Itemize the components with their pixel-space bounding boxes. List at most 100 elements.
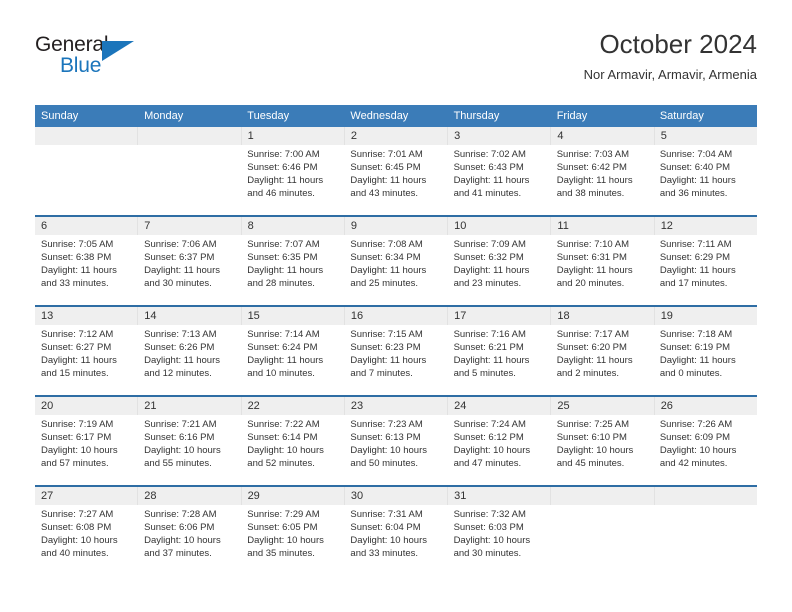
sunrise-text: Sunrise: 7:27 AM <box>41 509 114 520</box>
day-cell-21[interactable]: Sunrise: 7:21 AM Sunset: 6:16 PM Daylight:… <box>138 415 241 485</box>
week-detail-band: Sunrise: 7:05 AM Sunset: 6:38 PM Daylight:… <box>35 235 757 305</box>
day-cell-10[interactable]: Sunrise: 7:09 AM Sunset: 6:32 PM Daylight:… <box>448 235 551 305</box>
day-number-12[interactable]: 12 <box>653 217 757 235</box>
day-cell-6[interactable]: Sunrise: 7:05 AM Sunset: 6:38 PM Daylight:… <box>35 235 138 305</box>
day-number-31[interactable]: 31 <box>447 487 550 505</box>
day-cell-13[interactable]: Sunrise: 7:12 AM Sunset: 6:27 PM Daylight:… <box>35 325 138 395</box>
sunset-text: Sunset: 6:26 PM <box>144 342 215 353</box>
day-cell-7[interactable]: Sunrise: 7:06 AM Sunset: 6:37 PM Daylight:… <box>138 235 241 305</box>
sunrise-text: Sunrise: 7:07 AM <box>247 239 320 250</box>
day-number-23[interactable]: 23 <box>343 397 447 415</box>
sunrise-text: Sunrise: 7:17 AM <box>556 329 630 340</box>
day-number-21[interactable]: 21 <box>137 397 240 415</box>
day-number-17[interactable]: 17 <box>447 307 550 325</box>
day-cell-5[interactable]: Sunrise: 7:04 AM Sunset: 6:40 PM Daylight:… <box>654 145 757 215</box>
day-number-24[interactable]: 24 <box>447 397 550 415</box>
day-cell-14[interactable]: Sunrise: 7:13 AM Sunset: 6:26 PM Daylight:… <box>138 325 241 395</box>
day-cell-3[interactable]: Sunrise: 7:02 AM Sunset: 6:43 PM Daylight:… <box>448 145 551 215</box>
sunset-text: Sunset: 6:17 PM <box>41 432 112 443</box>
day-cell-19[interactable]: Sunrise: 7:18 AM Sunset: 6:19 PM Daylight:… <box>654 325 757 395</box>
weekday-header-sunday: Sunday <box>41 110 79 122</box>
week-daynumber-band: 12345 <box>35 127 757 145</box>
sunrise-text: Sunrise: 7:18 AM <box>659 329 733 340</box>
sunrise-text: Sunrise: 7:21 AM <box>144 419 217 430</box>
day-cell-16[interactable]: Sunrise: 7:15 AM Sunset: 6:23 PM Daylight:… <box>344 325 447 395</box>
day-cell-15[interactable]: Sunrise: 7:14 AM Sunset: 6:24 PM Daylight:… <box>241 325 344 395</box>
day-number-9[interactable]: 9 <box>343 217 447 235</box>
day-cell-30[interactable]: Sunrise: 7:31 AM Sunset: 6:04 PM Daylight:… <box>344 505 447 575</box>
day-cell-12[interactable]: Sunrise: 7:11 AM Sunset: 6:29 PM Daylight:… <box>654 235 757 305</box>
sunrise-text: Sunrise: 7:02 AM <box>453 149 526 160</box>
sunset-text: Sunset: 6:42 PM <box>556 162 627 173</box>
day-number-25[interactable]: 25 <box>550 397 653 415</box>
sunset-text: Sunset: 6:23 PM <box>350 342 421 353</box>
day-cell-27[interactable]: Sunrise: 7:27 AM Sunset: 6:08 PM Daylight:… <box>35 505 138 575</box>
day-number-19[interactable]: 19 <box>653 307 757 325</box>
day-number-14[interactable]: 14 <box>137 307 240 325</box>
day-number-4[interactable]: 4 <box>550 127 653 145</box>
day-number-5[interactable]: 5 <box>653 127 757 145</box>
day-cell-22[interactable]: Sunrise: 7:22 AM Sunset: 6:14 PM Daylight:… <box>241 415 344 485</box>
day-cell-4[interactable]: Sunrise: 7:03 AM Sunset: 6:42 PM Daylight:… <box>551 145 654 215</box>
daylight-text: Daylight: 11 hours and 17 minutes. <box>659 265 736 289</box>
daylight-text: Daylight: 11 hours and 10 minutes. <box>247 355 324 379</box>
day-number-29[interactable]: 29 <box>240 487 344 505</box>
weekday-header-wednesday: Wednesday <box>350 110 409 122</box>
triangle-icon <box>102 41 134 61</box>
day-number-2[interactable]: 2 <box>343 127 447 145</box>
day-number-empty <box>137 127 240 145</box>
day-cell-23[interactable]: Sunrise: 7:23 AM Sunset: 6:13 PM Daylight:… <box>344 415 447 485</box>
weekday-header-monday: Monday <box>144 110 184 122</box>
day-number-11[interactable]: 11 <box>550 217 653 235</box>
day-number-16[interactable]: 16 <box>343 307 447 325</box>
day-cell-18[interactable]: Sunrise: 7:17 AM Sunset: 6:20 PM Daylight:… <box>551 325 654 395</box>
daylight-text: Daylight: 10 hours and 50 minutes. <box>350 445 427 469</box>
day-number-26[interactable]: 26 <box>653 397 757 415</box>
day-number-20[interactable]: 20 <box>35 397 137 415</box>
day-cell-20[interactable]: Sunrise: 7:19 AM Sunset: 6:17 PM Daylight:… <box>35 415 138 485</box>
sunset-text: Sunset: 6:38 PM <box>41 252 112 263</box>
day-cell-24[interactable]: Sunrise: 7:24 AM Sunset: 6:12 PM Daylight:… <box>448 415 551 485</box>
sunset-text: Sunset: 6:05 PM <box>247 522 318 533</box>
day-cell-25[interactable]: Sunrise: 7:25 AM Sunset: 6:10 PM Daylight:… <box>551 415 654 485</box>
day-number-7[interactable]: 7 <box>137 217 240 235</box>
day-cell-empty <box>654 505 757 575</box>
day-cell-1[interactable]: Sunrise: 7:00 AM Sunset: 6:46 PM Daylight:… <box>241 145 344 215</box>
day-number-10[interactable]: 10 <box>447 217 550 235</box>
sunset-text: Sunset: 6:10 PM <box>556 432 627 443</box>
daylight-text: Daylight: 10 hours and 45 minutes. <box>556 445 634 469</box>
day-cell-8[interactable]: Sunrise: 7:07 AM Sunset: 6:35 PM Daylight:… <box>241 235 344 305</box>
day-cell-2[interactable]: Sunrise: 7:01 AM Sunset: 6:45 PM Daylight:… <box>344 145 447 215</box>
day-number-30[interactable]: 30 <box>343 487 447 505</box>
sunset-text: Sunset: 6:45 PM <box>350 162 421 173</box>
daylight-text: Daylight: 11 hours and 23 minutes. <box>453 265 530 289</box>
daylight-text: Daylight: 11 hours and 15 minutes. <box>41 355 117 379</box>
day-number-6[interactable]: 6 <box>35 217 137 235</box>
day-cell-28[interactable]: Sunrise: 7:28 AM Sunset: 6:06 PM Daylight:… <box>138 505 241 575</box>
sunset-text: Sunset: 6:32 PM <box>453 252 524 263</box>
day-number-8[interactable]: 8 <box>240 217 344 235</box>
day-number-28[interactable]: 28 <box>137 487 240 505</box>
sunset-text: Sunset: 6:29 PM <box>659 252 731 263</box>
day-cell-11[interactable]: Sunrise: 7:10 AM Sunset: 6:31 PM Daylight:… <box>551 235 654 305</box>
day-cell-31[interactable]: Sunrise: 7:32 AM Sunset: 6:03 PM Daylight:… <box>448 505 551 575</box>
title-block: October 2024 Nor Armavir, Armavir, Armen… <box>584 28 757 84</box>
day-cell-26[interactable]: Sunrise: 7:26 AM Sunset: 6:09 PM Daylight:… <box>654 415 757 485</box>
day-number-1[interactable]: 1 <box>240 127 344 145</box>
day-number-3[interactable]: 3 <box>447 127 550 145</box>
sunrise-text: Sunrise: 7:04 AM <box>659 149 733 160</box>
daylight-text: Daylight: 11 hours and 30 minutes. <box>144 265 221 289</box>
day-cell-9[interactable]: Sunrise: 7:08 AM Sunset: 6:34 PM Daylight:… <box>344 235 447 305</box>
day-number-22[interactable]: 22 <box>240 397 344 415</box>
daylight-text: Daylight: 11 hours and 28 minutes. <box>247 265 324 289</box>
day-cell-17[interactable]: Sunrise: 7:16 AM Sunset: 6:21 PM Daylight:… <box>448 325 551 395</box>
daylight-text: Daylight: 10 hours and 55 minutes. <box>144 445 221 469</box>
general-blue-logo[interactable]: General Blue <box>35 33 165 85</box>
day-number-13[interactable]: 13 <box>35 307 137 325</box>
day-cell-29[interactable]: Sunrise: 7:29 AM Sunset: 6:05 PM Daylight:… <box>241 505 344 575</box>
daylight-text: Daylight: 11 hours and 2 minutes. <box>556 355 633 379</box>
day-number-15[interactable]: 15 <box>240 307 344 325</box>
day-number-18[interactable]: 18 <box>550 307 653 325</box>
day-number-27[interactable]: 27 <box>35 487 137 505</box>
daylight-text: Daylight: 10 hours and 52 minutes. <box>247 445 324 469</box>
